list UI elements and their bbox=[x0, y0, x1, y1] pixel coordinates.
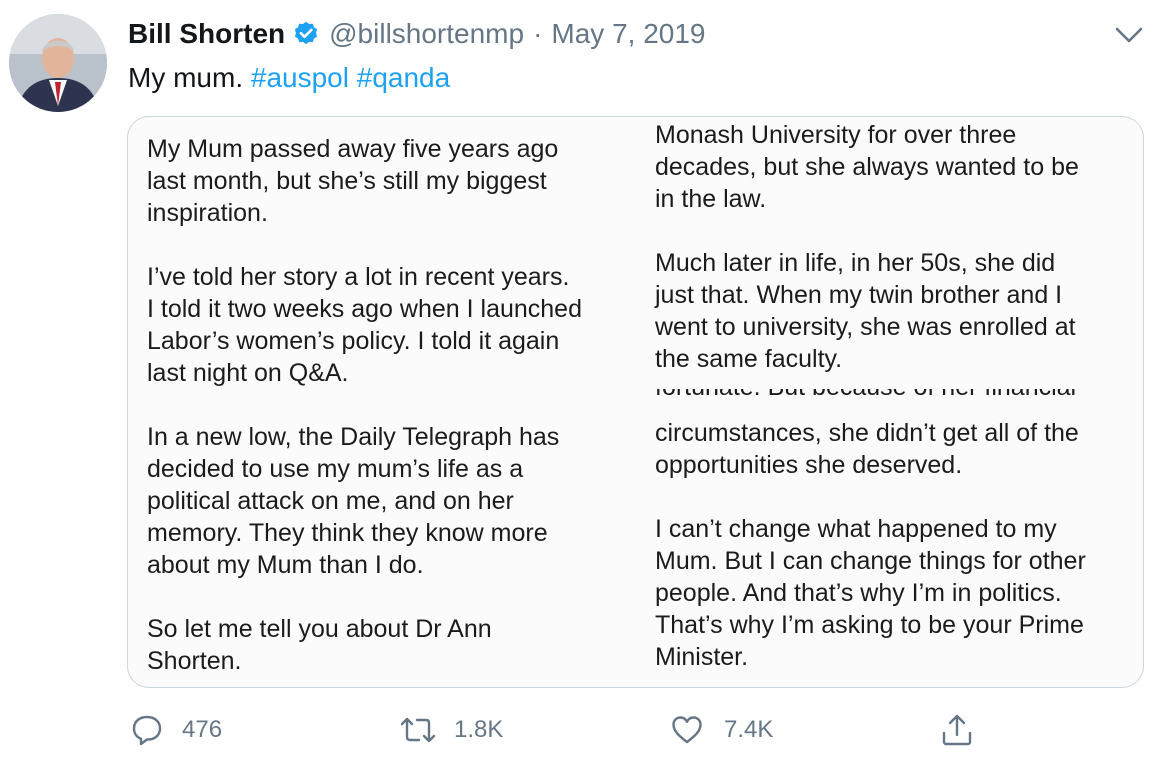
tweet-actions: 476 1.8K 7.4K bbox=[0, 700, 1162, 760]
retweet-button[interactable]: 1.8K bbox=[398, 710, 503, 750]
image-paragraph: circumstances, she didn’t get all of the… bbox=[655, 419, 1079, 479]
tweet-text: My mum. #auspol #qanda bbox=[128, 58, 450, 98]
verified-badge-icon bbox=[292, 20, 320, 48]
tweet-text-body: My mum. bbox=[128, 62, 244, 93]
share-button[interactable] bbox=[940, 710, 974, 750]
attached-image[interactable]: My Mum passed away five years ago last m… bbox=[127, 116, 1144, 688]
reply-icon bbox=[132, 715, 162, 746]
image-paragraph: In a new low, the Daily Telegraph has de… bbox=[147, 423, 560, 579]
hashtag-qanda[interactable]: #qanda bbox=[357, 62, 450, 93]
tweet-date[interactable]: May 7, 2019 bbox=[551, 18, 705, 50]
share-icon bbox=[942, 714, 972, 746]
image-cut-line-text: fortunate. But because of her financial bbox=[655, 389, 1135, 403]
image-paragraph: I can’t change what happened to my Mum. … bbox=[655, 515, 1086, 671]
retweet-count: 1.8K bbox=[454, 716, 504, 743]
avatar-photo bbox=[9, 14, 107, 112]
image-paragraph: My Mum passed away five years ago last m… bbox=[147, 135, 559, 227]
retweet-icon bbox=[400, 717, 436, 743]
image-paragraph: Much later in life, in her 50s, she did … bbox=[655, 249, 1076, 373]
author-name[interactable]: Bill Shorten bbox=[128, 18, 285, 50]
image-right-column-top: Monash University for over three decades… bbox=[655, 119, 1135, 375]
header-separator: · bbox=[533, 18, 543, 49]
hashtag-auspol[interactable]: #auspol bbox=[251, 62, 349, 93]
avatar[interactable] bbox=[9, 14, 107, 112]
like-icon bbox=[672, 716, 702, 744]
author-handle[interactable]: @billshortenmp bbox=[329, 18, 524, 50]
image-paragraph: Monash University for over three decades… bbox=[655, 121, 1079, 213]
image-paragraph: I’ve told her story a lot in recent year… bbox=[147, 263, 582, 387]
chevron-down-icon[interactable] bbox=[1112, 22, 1146, 48]
image-paragraph: So let me tell you about Dr Ann Shorten. bbox=[147, 615, 492, 675]
image-cut-line: fortunate. But because of her financial bbox=[655, 389, 1135, 403]
image-left-column: My Mum passed away five years ago last m… bbox=[147, 133, 627, 677]
tweet-header: Bill Shorten @billshortenmp · May 7, 201… bbox=[128, 14, 706, 54]
like-button[interactable]: 7.4K bbox=[670, 710, 773, 750]
image-right-column-bottom: circumstances, she didn’t get all of the… bbox=[655, 417, 1135, 673]
reply-count: 476 bbox=[182, 716, 223, 743]
like-count: 7.4K bbox=[724, 716, 774, 743]
reply-button[interactable]: 476 bbox=[130, 710, 222, 750]
